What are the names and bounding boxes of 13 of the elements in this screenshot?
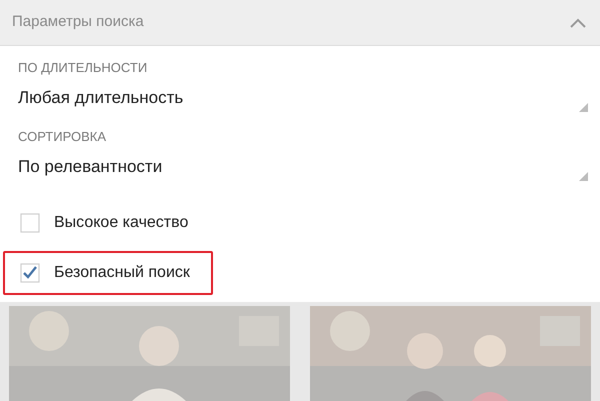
dropdown-triangle-icon bbox=[579, 172, 588, 181]
field-label: СОРТИРОВКА bbox=[18, 129, 107, 145]
checkbox-row[interactable]: Высокое качество bbox=[3, 201, 213, 245]
checkbox[interactable] bbox=[20, 213, 40, 233]
dropdown[interactable]: По релевантности bbox=[18, 153, 588, 181]
dropdown[interactable]: Любая длительность bbox=[18, 84, 588, 112]
header-title: Параметры поиска bbox=[12, 12, 144, 32]
checkbox-label: Безопасный поиск bbox=[54, 263, 190, 283]
checkbox[interactable] bbox=[20, 263, 40, 283]
checkbox-row[interactable]: Безопасный поиск bbox=[3, 251, 213, 295]
checkbox-label: Высокое качество bbox=[54, 213, 188, 233]
field-label: ПО ДЛИТЕЛЬНОСТИ bbox=[18, 60, 148, 76]
dropdown-triangle-icon bbox=[579, 103, 588, 112]
